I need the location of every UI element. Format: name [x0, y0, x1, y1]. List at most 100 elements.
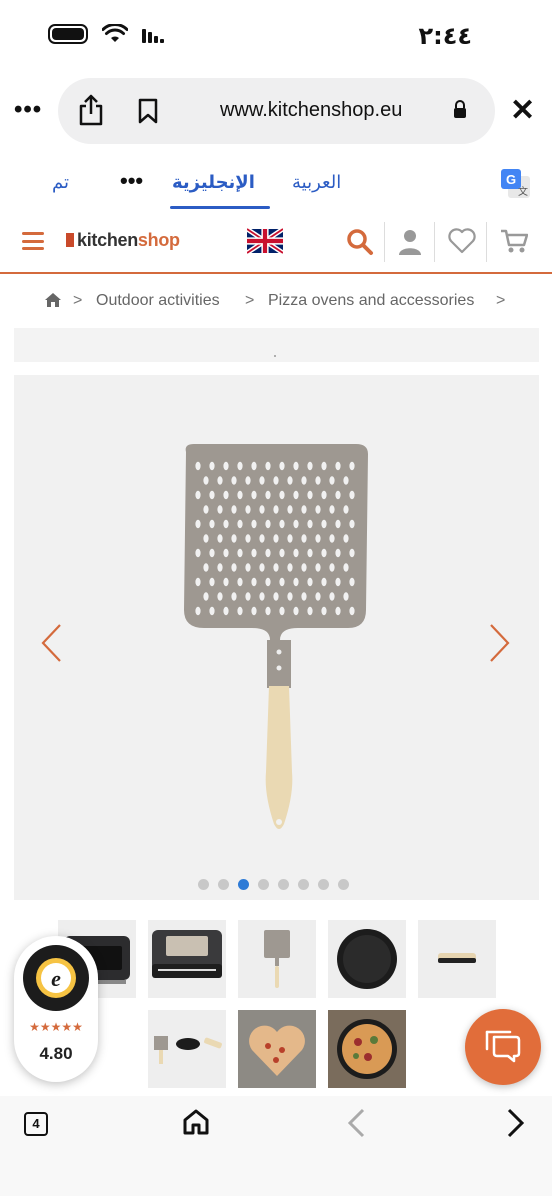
- peel-hole: [287, 534, 293, 543]
- peel-hole: [237, 577, 243, 587]
- peel-hole: [343, 592, 349, 601]
- thumb-pizza-peel[interactable]: [238, 920, 316, 998]
- header-divider: [434, 222, 435, 262]
- pagination-dot[interactable]: [278, 879, 289, 890]
- peel-hole: [209, 490, 215, 500]
- peel-hole: [237, 606, 243, 616]
- peel-hole: [259, 563, 265, 572]
- peel-hole: [279, 548, 285, 558]
- tab-translate-english[interactable]: الإنجليزية: [172, 172, 255, 193]
- peel-hole: [273, 505, 279, 514]
- pagination-dot[interactable]: [318, 879, 329, 890]
- peel-hole: [195, 461, 201, 471]
- uk-flag-icon[interactable]: [247, 228, 283, 254]
- browser-bottom-bar: 4: [0, 1096, 552, 1196]
- peel-hole: [217, 592, 223, 601]
- tab-translate-arabic[interactable]: العربية: [292, 172, 341, 193]
- pagination-dot[interactable]: [238, 879, 249, 890]
- site-logo[interactable]: kitchenshop: [66, 230, 180, 251]
- peel-hole: [307, 490, 313, 500]
- thumb-round-pizza[interactable]: [328, 1010, 406, 1088]
- back-arrow-icon[interactable]: [346, 1108, 366, 1138]
- peel-hole: [343, 534, 349, 543]
- peel-hole: [245, 592, 251, 601]
- pagination-dot[interactable]: [218, 879, 229, 890]
- peel-hole: [293, 490, 299, 500]
- share-icon[interactable]: [78, 94, 104, 126]
- peel-hole: [307, 577, 313, 587]
- peel-hole: [349, 577, 355, 587]
- peel-hole: [231, 534, 237, 543]
- translate-more-icon[interactable]: •••: [120, 168, 143, 194]
- peel-hole: [209, 519, 215, 529]
- home-icon[interactable]: [44, 292, 62, 308]
- peel-hole: [217, 534, 223, 543]
- url-text[interactable]: www.kitchenshop.eu: [220, 99, 402, 122]
- peel-hole: [349, 606, 355, 616]
- peel-hole: [329, 505, 335, 514]
- bookmark-icon[interactable]: [138, 98, 158, 124]
- peel-hole: [209, 606, 215, 616]
- thumb-accessory-set[interactable]: [148, 1010, 226, 1088]
- chevron-right-icon[interactable]: [489, 623, 511, 663]
- peel-hole: [223, 519, 229, 529]
- stone-thumb-image: [438, 953, 476, 963]
- peel-hole: [321, 577, 327, 587]
- peel-hole: [293, 519, 299, 529]
- forward-arrow-icon[interactable]: [506, 1108, 526, 1138]
- peel-hole: [293, 577, 299, 587]
- more-options-icon[interactable]: •••: [14, 96, 42, 124]
- peel-hole: [203, 476, 209, 485]
- peel-hole: [343, 476, 349, 485]
- thumb-pizza-stone[interactable]: [418, 920, 496, 998]
- peel-hole: [343, 505, 349, 514]
- peel-hole: [287, 505, 293, 514]
- translate-done-button[interactable]: تم: [52, 172, 69, 193]
- header-divider: [486, 222, 487, 262]
- peel-hole: [335, 606, 341, 616]
- pagination-dot[interactable]: [258, 879, 269, 890]
- peel-hole: [273, 476, 279, 485]
- cart-icon[interactable]: [500, 228, 528, 254]
- pagination-dot[interactable]: [338, 879, 349, 890]
- browser-address-bar: ••• www.kitchenshop.eu ✕: [0, 78, 552, 146]
- chevron-left-icon[interactable]: [40, 623, 62, 663]
- peel-hole: [223, 606, 229, 616]
- translate-bar: تم ••• الإنجليزية العربية G 文: [0, 160, 552, 210]
- peel-hole: [321, 606, 327, 616]
- status-bar: ٢:٤٤: [0, 0, 552, 70]
- search-icon[interactable]: [346, 228, 374, 256]
- peel-hole: [315, 592, 321, 601]
- peel-hole: [335, 461, 341, 471]
- product-image-pizza-peel: [184, 444, 368, 829]
- peel-hole: [315, 505, 321, 514]
- wishlist-heart-icon[interactable]: [448, 228, 476, 254]
- tabs-count-button[interactable]: 4: [24, 1112, 48, 1136]
- peel-thumb-image: [264, 930, 290, 988]
- product-image-gallery[interactable]: [14, 375, 539, 900]
- breadcrumb-item[interactable]: Outdoor activities: [96, 292, 220, 310]
- peel-hole: [301, 563, 307, 572]
- menu-icon[interactable]: [22, 232, 44, 250]
- url-pill[interactable]: www.kitchenshop.eu: [58, 78, 495, 144]
- thumb-heart-pizza[interactable]: [238, 1010, 316, 1088]
- close-icon[interactable]: ✕: [510, 96, 535, 126]
- breadcrumb-item[interactable]: Pizza ovens and accessories: [268, 292, 474, 310]
- pagination-dot[interactable]: [198, 879, 209, 890]
- thumb-pizza-pan[interactable]: [328, 920, 406, 998]
- account-icon[interactable]: [398, 228, 422, 256]
- peel-hole: [321, 548, 327, 558]
- pagination-dot[interactable]: [298, 879, 309, 890]
- gallery-pagination: [198, 879, 349, 890]
- trusted-shops-badge[interactable]: e ★★★★★ 4.80: [14, 936, 98, 1082]
- peel-hole: [195, 548, 201, 558]
- peel-hole: [245, 505, 251, 514]
- peel-hole: [237, 461, 243, 471]
- logo-suffix: shop: [137, 230, 180, 250]
- thumb-pizza-oven-open[interactable]: [148, 920, 226, 998]
- chat-button[interactable]: [465, 1009, 541, 1085]
- rating-score: 4.80: [39, 1044, 73, 1063]
- breadcrumb-separator: >: [245, 292, 255, 309]
- peel-hole: [329, 476, 335, 485]
- home-icon[interactable]: [182, 1108, 210, 1136]
